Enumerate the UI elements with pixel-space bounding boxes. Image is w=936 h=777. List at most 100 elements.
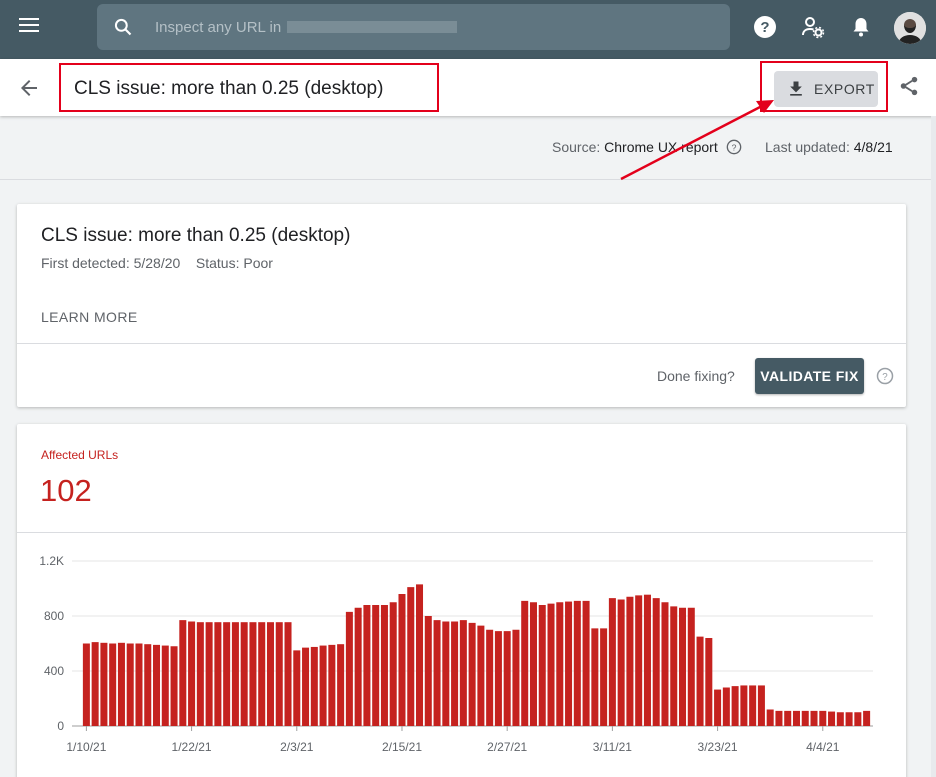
chart-bar xyxy=(792,710,800,726)
chart-bar xyxy=(223,622,231,726)
chart-bar xyxy=(801,710,809,726)
chart-bar xyxy=(608,598,616,726)
chart-bar xyxy=(459,620,467,726)
help-circle-icon[interactable]: ? xyxy=(753,15,777,39)
search-placeholder: Inspect any URL in xyxy=(155,19,282,36)
affected-urls-label: Affected URLs xyxy=(41,448,119,462)
chart-bar xyxy=(170,646,178,726)
export-highlight-box: EXPORT xyxy=(760,61,888,112)
chart-bar xyxy=(854,712,862,726)
status-label: Status: xyxy=(195,255,240,271)
svg-text:?: ? xyxy=(731,142,736,152)
share-icon[interactable] xyxy=(898,75,920,97)
y-tick-label: 1.2K xyxy=(39,554,64,568)
x-tick-label: 2/15/21 xyxy=(382,740,422,754)
arrow-back-icon[interactable] xyxy=(17,76,41,100)
chart-bar xyxy=(310,646,318,726)
chart-bar xyxy=(275,622,283,726)
chart-bar xyxy=(503,631,511,726)
chart-bar xyxy=(337,644,345,726)
chart-bar xyxy=(757,685,765,726)
search-icon xyxy=(114,18,132,36)
title-highlight-box: CLS issue: more than 0.25 (desktop) xyxy=(59,63,439,112)
chart-bar xyxy=(766,709,774,726)
report-meta-row: Source: Chrome UX report ? Last updated:… xyxy=(0,116,936,180)
chart-bar xyxy=(626,596,634,726)
validate-fix-button[interactable]: VALIDATE FIX xyxy=(755,358,864,394)
chart-bar xyxy=(643,594,651,726)
chart-bar xyxy=(486,629,494,726)
chart-bar xyxy=(740,685,748,726)
chart-bar xyxy=(521,600,529,726)
chart-bar xyxy=(249,622,257,726)
chart-bar xyxy=(442,621,450,726)
chart-bar xyxy=(196,622,204,726)
x-tick-label: 1/10/21 xyxy=(66,740,106,754)
chart-bar xyxy=(591,628,599,726)
x-tick-label: 1/22/21 xyxy=(172,740,212,754)
chart-bar xyxy=(687,607,695,726)
chart-bar xyxy=(328,644,336,726)
chart-bar xyxy=(416,584,424,726)
chart-bar xyxy=(573,600,581,726)
chart-bar xyxy=(512,629,520,726)
chart-bar xyxy=(556,602,564,726)
chart-bar xyxy=(293,650,301,726)
first-detected-value: 5/28/20 xyxy=(133,255,181,271)
notifications-bell-icon[interactable] xyxy=(849,15,873,39)
chart-bar xyxy=(266,622,274,726)
done-fixing-label: Done fixing? xyxy=(657,368,735,384)
help-outline-icon[interactable]: ? xyxy=(726,139,742,155)
chart-bar xyxy=(231,622,239,726)
x-tick-label: 4/4/21 xyxy=(806,740,840,754)
source-label: Source: xyxy=(552,139,601,155)
y-tick-label: 0 xyxy=(57,719,64,733)
chart-bar xyxy=(389,602,397,726)
card-divider xyxy=(17,532,906,533)
page-title: CLS issue: more than 0.25 (desktop) xyxy=(74,78,384,99)
user-avatar[interactable] xyxy=(894,12,926,44)
chart-bar xyxy=(810,710,818,726)
chart-bar xyxy=(354,607,362,726)
account-settings-icon[interactable] xyxy=(801,15,825,39)
updated-label: Last updated: xyxy=(765,139,850,155)
chart-bar xyxy=(714,689,722,726)
issue-meta: First detected: 5/28/20 Status: Poor xyxy=(41,255,273,271)
status-value: Poor xyxy=(243,255,273,271)
export-button[interactable]: EXPORT xyxy=(774,71,878,107)
chart-bar xyxy=(582,600,590,726)
export-label: EXPORT xyxy=(814,81,875,97)
chart-bar xyxy=(477,625,485,726)
url-inspection-search[interactable]: Inspect any URL in xyxy=(97,4,730,50)
chart-bar xyxy=(214,622,222,726)
chart-bar xyxy=(538,605,546,726)
scrollbar-track[interactable] xyxy=(931,116,936,777)
updated-value: 4/8/21 xyxy=(853,139,893,155)
chart-bar xyxy=(819,710,827,726)
chart-bar xyxy=(670,606,678,726)
learn-more-link[interactable]: LEARN MORE xyxy=(41,309,138,325)
chart-bar xyxy=(863,710,871,726)
chart-bar xyxy=(468,622,476,726)
y-tick-label: 800 xyxy=(44,609,64,623)
chart-bar xyxy=(529,602,537,726)
chart-bar xyxy=(398,594,406,726)
issue-title: CLS issue: more than 0.25 (desktop) xyxy=(41,225,351,246)
hamburger-menu-icon[interactable] xyxy=(19,18,39,34)
redacted-property-url xyxy=(287,21,457,33)
chart-bar xyxy=(302,647,310,726)
chart-bar xyxy=(828,711,836,726)
chart-bar xyxy=(635,595,643,726)
chart-bar xyxy=(836,712,844,726)
chart-bar xyxy=(784,710,792,726)
chart-bar xyxy=(179,620,187,726)
x-tick-label: 2/3/21 xyxy=(280,740,314,754)
chart-bar xyxy=(845,712,853,726)
source-value: Chrome UX report xyxy=(604,139,718,155)
chart-bar xyxy=(679,607,687,726)
chart-bar xyxy=(731,686,739,726)
help-outline-icon[interactable]: ? xyxy=(876,367,894,385)
download-icon xyxy=(790,81,802,96)
chart-bar xyxy=(161,645,169,726)
source-info: Source: Chrome UX report ? xyxy=(552,139,742,155)
